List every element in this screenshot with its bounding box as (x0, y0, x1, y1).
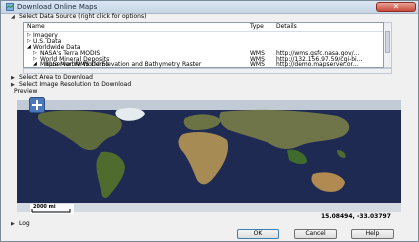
scale-label: 2000 mi (33, 204, 56, 210)
preview-label: Preview (14, 88, 38, 95)
select-resolution-label: Select Image Resolution to Download (19, 81, 132, 88)
list-header: Name Type Details (24, 23, 383, 32)
ok-button[interactable]: OK (237, 229, 279, 239)
world-map-image[interactable] (17, 100, 401, 212)
map-scale-bar: 2000 mi (30, 204, 74, 214)
window-title: Download Online Maps (17, 3, 98, 11)
data-source-section-header[interactable]: ◢ Select Data Source (right click for opt… (11, 13, 146, 21)
cancel-button[interactable]: Cancel (294, 229, 337, 239)
data-source-label: Select Data Source (right click for opti… (19, 13, 147, 20)
list-item-selected[interactable]: Blue Marble World Elevation and Bathymet… (45, 61, 345, 68)
expand-icon: ▶ (11, 221, 15, 227)
map-preview[interactable] (17, 100, 401, 212)
log-label: Log (19, 220, 30, 227)
map-app-icon (6, 3, 14, 11)
column-header-name[interactable]: Name (27, 23, 45, 31)
cursor-coordinates: 15.08494, -33.03797 (321, 213, 391, 220)
scrollbar-thumb[interactable] (385, 31, 390, 53)
list-vertical-scrollbar[interactable] (384, 22, 392, 68)
list-item-name: Blue Marble World Elevation and Bathymet… (45, 61, 202, 68)
column-header-details[interactable]: Details (276, 23, 297, 31)
help-button[interactable]: Help (351, 229, 394, 239)
log-section-header[interactable]: ▶ Log (11, 220, 30, 228)
column-header-type[interactable]: Type (250, 23, 264, 31)
zoom-in-button[interactable] (29, 97, 45, 113)
collapse-icon: ◢ (11, 14, 15, 20)
collapse-arrow-icon[interactable]: ◢ (33, 61, 37, 67)
select-area-label: Select Area to Download (19, 74, 93, 81)
download-online-maps-dialog: Download Online Maps ✕ ◢ Select Data Sour… (0, 0, 419, 242)
close-button[interactable]: ✕ (376, 2, 416, 12)
close-icon: ✕ (392, 2, 400, 11)
